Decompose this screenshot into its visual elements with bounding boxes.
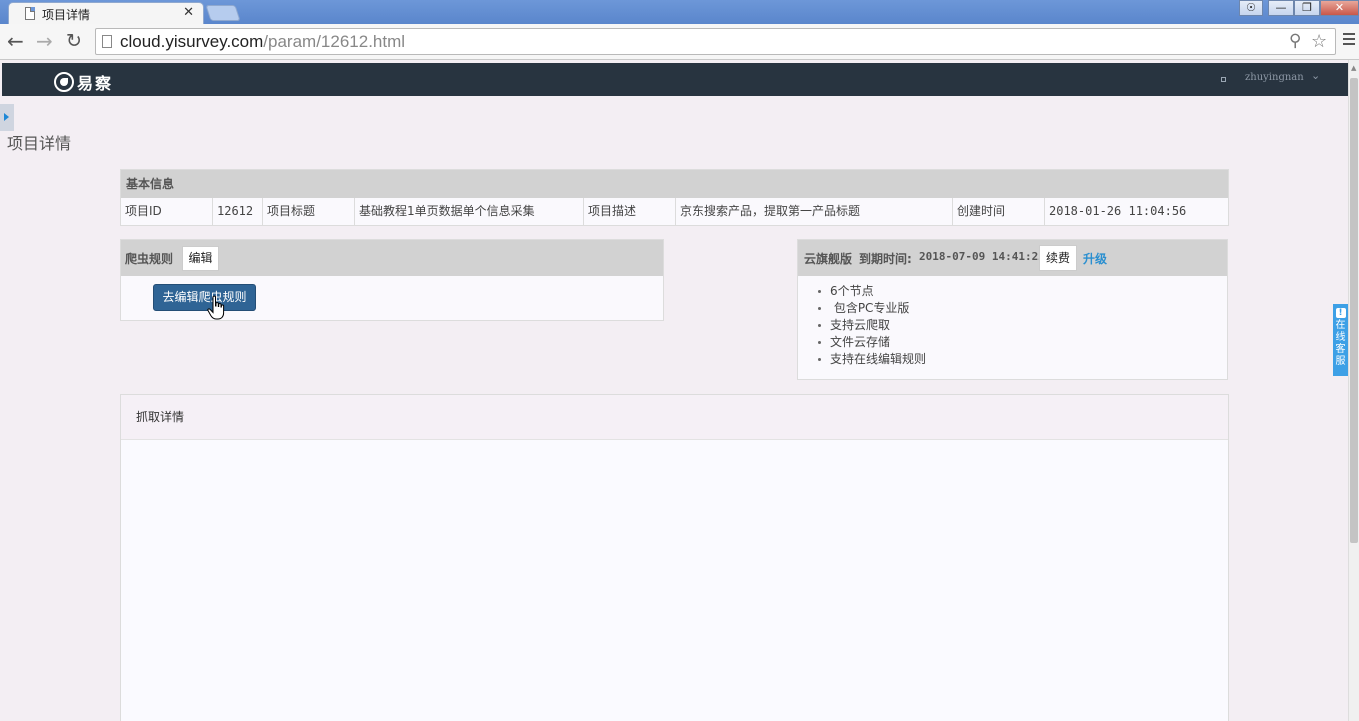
project-id-value: 12612 xyxy=(213,198,263,226)
site-header: 易察 zhuyingnan ⌄ xyxy=(2,63,1348,96)
crawler-rules-header: 爬虫规则 编辑 xyxy=(121,240,663,276)
caret-right-icon xyxy=(4,113,9,121)
logo-text: 易察 xyxy=(77,74,114,93)
crawl-detail-heading: 抓取详情 xyxy=(121,395,1228,440)
renew-button[interactable]: 续费 xyxy=(1039,245,1077,271)
address-bar[interactable]: cloud.yisurvey.com/param/12612.html ⚲ ☆ xyxy=(95,28,1336,55)
forward-arrow-icon[interactable]: → xyxy=(36,30,53,52)
created-time-label: 创建时间 xyxy=(953,198,1045,226)
feature-list: 6个节点 包含PC专业版 支持云爬取 文件云存储 支持在线编辑规则 xyxy=(818,283,926,368)
project-title-label: 项目标题 xyxy=(263,198,355,226)
go-edit-rules-button[interactable]: 去编辑爬虫规则 xyxy=(153,284,256,311)
plan-header: 云旗舰版 到期时间: 2018-07-09 14:41:22 续费 升级 xyxy=(798,240,1227,276)
crawl-detail-panel: 抓取详情 xyxy=(120,394,1229,721)
created-time-value: 2018-01-26 11:04:56 xyxy=(1049,204,1187,218)
user-name[interactable]: zhuyingnan xyxy=(1245,72,1304,83)
project-id-label: 项目ID xyxy=(121,198,213,226)
crawler-rules-heading: 爬虫规则 xyxy=(125,252,174,266)
zoom-icon[interactable]: ⚲ xyxy=(1289,31,1301,51)
hand-cursor-icon xyxy=(207,295,225,320)
edit-button[interactable]: 编辑 xyxy=(182,246,219,271)
plan-name: 云旗舰版 xyxy=(804,252,853,266)
page-scrollbar[interactable]: ▲ xyxy=(1348,60,1359,721)
basic-info-row: 项目ID 12612 项目标题 基础教程1单页数据单个信息采集 项目描述 京东搜… xyxy=(121,198,1228,226)
restore-icon[interactable]: ❐ xyxy=(1294,0,1320,16)
scroll-thumb[interactable] xyxy=(1350,78,1358,543)
url-text[interactable]: cloud.yisurvey.com/param/12612.html xyxy=(120,32,405,52)
reload-icon[interactable]: ↻ xyxy=(66,30,82,52)
page-icon xyxy=(25,7,35,20)
basic-info-panel: 基本信息 项目ID 12612 项目标题 基础教程1单页数据单个信息采集 项目描… xyxy=(120,169,1229,226)
crawler-rules-panel: 爬虫规则 编辑 去编辑爬虫规则 xyxy=(120,239,664,321)
logo-icon xyxy=(54,72,74,92)
window-close-icon[interactable]: ✕ xyxy=(1320,0,1359,16)
list-item: 支持在线编辑规则 xyxy=(818,351,926,368)
bookmark-star-icon[interactable]: ☆ xyxy=(1311,31,1327,52)
tab-title: 项目详情 xyxy=(42,8,91,22)
basic-info-heading: 基本信息 xyxy=(121,170,1228,198)
plan-panel: 云旗舰版 到期时间: 2018-07-09 14:41:22 续费 升级 6个节… xyxy=(797,239,1228,380)
page-title: 项目详情 xyxy=(7,134,72,153)
browser-toolbar: ← → ↻ cloud.yisurvey.com/param/12612.htm… xyxy=(0,24,1359,60)
scroll-up-icon[interactable]: ▲ xyxy=(1351,64,1356,72)
online-service-tab[interactable]: ! 在线客服 xyxy=(1333,304,1348,376)
project-desc-value: 京东搜索产品，提取第一产品标题 xyxy=(676,198,953,226)
chevron-down-icon[interactable]: ⌄ xyxy=(1311,69,1320,82)
service-label: 在线客服 xyxy=(1335,320,1346,367)
new-tab-button[interactable] xyxy=(205,5,241,21)
list-item: 文件云存储 xyxy=(818,334,926,351)
project-desc-label: 项目描述 xyxy=(584,198,676,226)
list-item: 6个节点 xyxy=(818,283,926,300)
profile-icon[interactable]: ☉ xyxy=(1239,0,1263,16)
browser-tabstrip: 项目详情 ✕ ☉ — ❐ ✕ xyxy=(0,0,1359,24)
page-viewport: 易察 zhuyingnan ⌄ 项目详情 基本信息 项目ID 12612 项目标… xyxy=(0,60,1359,721)
expire-value: 2018-07-09 14:41:22 xyxy=(919,250,1045,263)
user-avatar-icon xyxy=(1221,77,1226,82)
sidebar-toggle[interactable] xyxy=(0,104,14,131)
project-title-value: 基础教程1单页数据单个信息采集 xyxy=(355,198,584,226)
browser-menu-icon[interactable] xyxy=(1343,33,1355,48)
minimize-icon[interactable]: — xyxy=(1268,0,1294,16)
list-item: 包含PC专业版 xyxy=(818,300,926,317)
back-arrow-icon[interactable]: ← xyxy=(7,30,24,52)
upgrade-link[interactable]: 升级 xyxy=(1083,250,1107,267)
page-icon xyxy=(102,35,112,48)
service-alert-icon: ! xyxy=(1335,308,1346,318)
site-logo[interactable]: 易察 xyxy=(54,70,113,94)
expire-label: 到期时间: xyxy=(859,252,912,266)
tab-close-icon[interactable]: ✕ xyxy=(183,5,194,20)
list-item: 支持云爬取 xyxy=(818,317,926,334)
browser-tab[interactable]: 项目详情 ✕ xyxy=(8,2,204,24)
